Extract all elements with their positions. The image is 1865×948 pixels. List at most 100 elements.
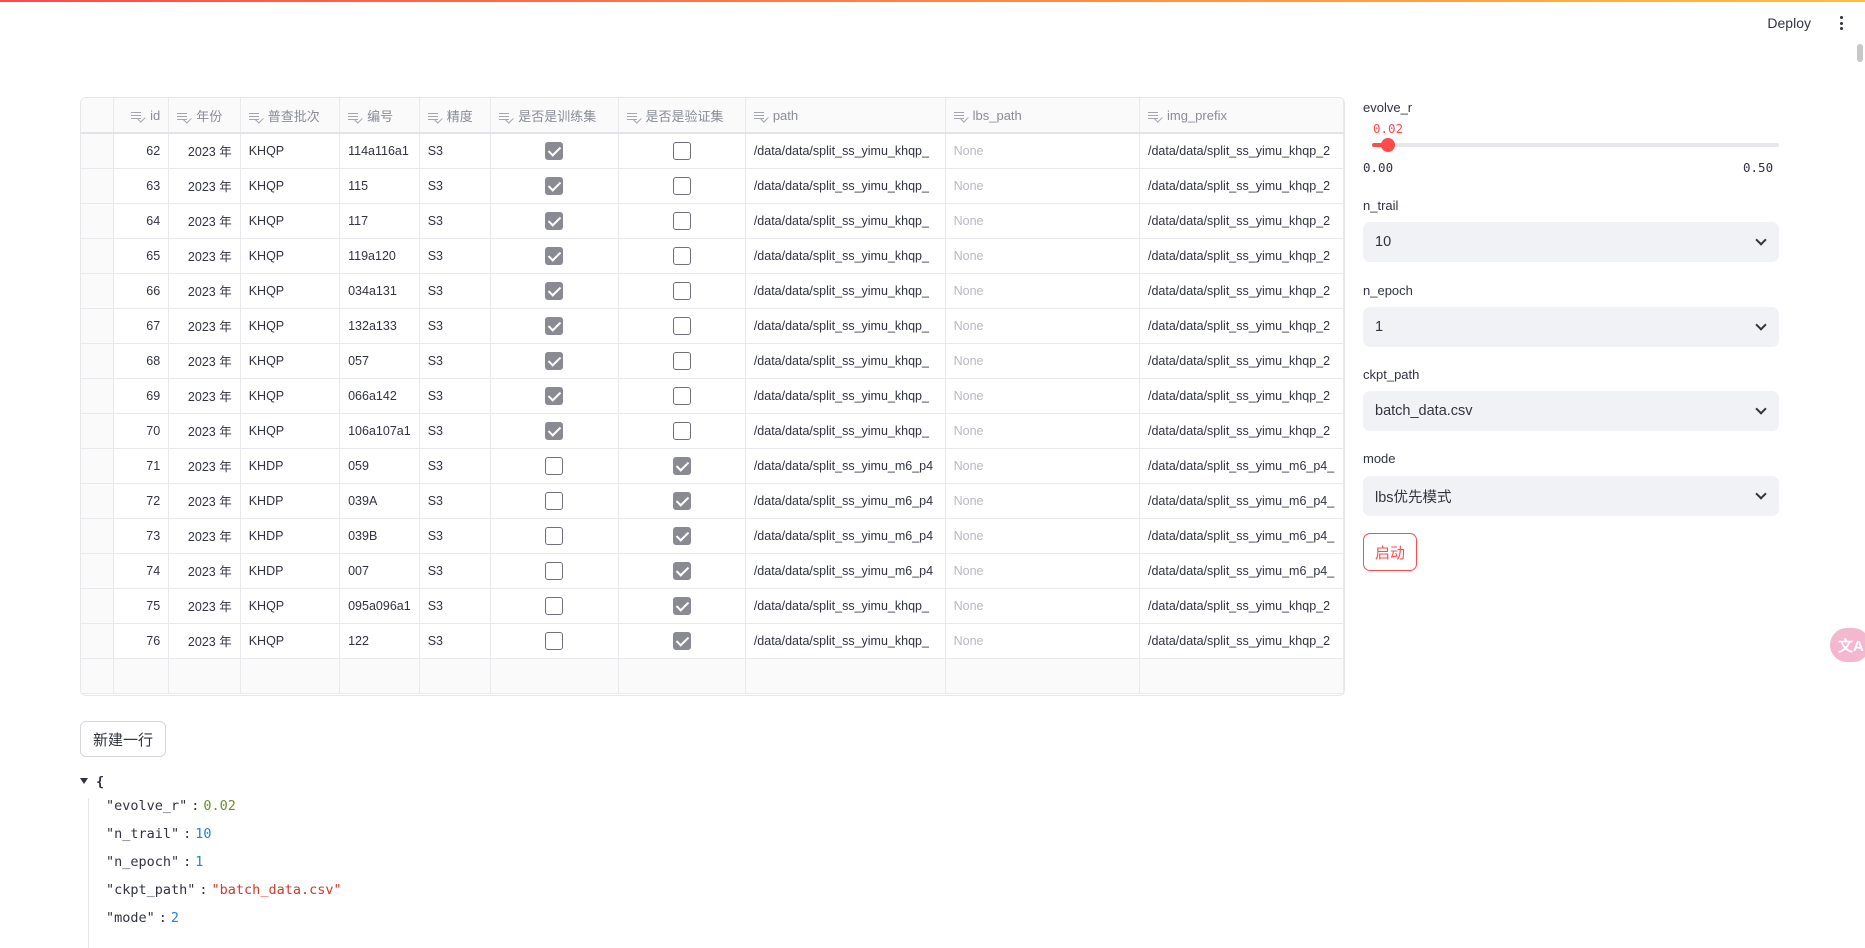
is-train-cell[interactable] [490, 518, 619, 554]
checkbox[interactable] [672, 456, 691, 475]
id-cell[interactable]: 67 [113, 308, 170, 344]
add-row-button[interactable]: 新建一行 [80, 721, 167, 757]
is-train-cell[interactable] [490, 378, 619, 414]
img-prefix-cell[interactable]: /data/data/split_ss_yimu_khqp_2 [1139, 203, 1344, 239]
empty-cell[interactable] [945, 658, 1140, 694]
column-header[interactable]: path [745, 98, 946, 134]
code-cell[interactable]: 132a133 [339, 308, 420, 344]
id-cell[interactable]: 63 [113, 168, 170, 204]
batch-cell[interactable]: KHQP [240, 203, 341, 239]
is-val-cell[interactable] [618, 483, 746, 519]
empty-cell[interactable] [745, 658, 946, 694]
batch-cell[interactable]: KHQP [240, 588, 341, 624]
is-val-cell[interactable] [618, 413, 746, 449]
row-index-cell[interactable] [81, 203, 114, 239]
empty-add-row[interactable] [81, 658, 1344, 694]
img-prefix-cell[interactable]: /data/data/split_ss_yimu_khqp_2 [1139, 378, 1344, 414]
img-prefix-cell[interactable]: /data/data/split_ss_yimu_m6_p4_ [1139, 553, 1344, 589]
img-prefix-cell[interactable]: /data/data/split_ss_yimu_khqp_2 [1139, 343, 1344, 379]
checkbox[interactable] [545, 141, 564, 160]
empty-cell[interactable] [81, 658, 114, 694]
year-cell[interactable]: 2023 年 [168, 623, 241, 659]
id-cell[interactable]: 71 [113, 448, 170, 484]
batch-cell[interactable]: KHQP [240, 133, 341, 169]
checkbox[interactable] [672, 561, 691, 580]
is-train-cell[interactable] [490, 203, 619, 239]
path-cell[interactable]: /data/data/split_ss_yimu_khqp_ [745, 623, 946, 659]
path-cell[interactable]: /data/data/split_ss_yimu_khqp_ [745, 413, 946, 449]
code-cell[interactable]: 007 [339, 553, 420, 589]
code-cell[interactable]: 039A [339, 483, 420, 519]
path-cell[interactable]: /data/data/split_ss_yimu_khqp_ [745, 343, 946, 379]
empty-cell[interactable] [339, 658, 420, 694]
path-cell[interactable]: /data/data/split_ss_yimu_khqp_ [745, 168, 946, 204]
year-cell[interactable]: 2023 年 [168, 448, 241, 484]
img-prefix-cell[interactable]: /data/data/split_ss_yimu_khqp_2 [1139, 588, 1344, 624]
empty-cell[interactable] [1139, 658, 1344, 694]
id-cell[interactable]: 69 [113, 378, 170, 414]
img-prefix-cell[interactable]: /data/data/split_ss_yimu_m6_p4_ [1139, 448, 1344, 484]
path-cell[interactable]: /data/data/split_ss_yimu_khqp_ [745, 273, 946, 309]
lbs-path-cell[interactable]: None [945, 168, 1140, 204]
precision-cell[interactable]: S3 [419, 588, 492, 624]
checkbox[interactable] [545, 456, 564, 475]
is-val-cell[interactable] [618, 588, 746, 624]
checkbox[interactable] [545, 561, 564, 580]
n-epoch-select[interactable]: 1 [1363, 307, 1779, 347]
lbs-path-cell[interactable]: None [945, 588, 1140, 624]
path-cell[interactable]: /data/data/split_ss_yimu_khqp_ [745, 133, 946, 169]
is-train-cell[interactable] [490, 133, 619, 169]
is-train-cell[interactable] [490, 623, 619, 659]
path-cell[interactable]: /data/data/split_ss_yimu_m6_p4 [745, 518, 946, 554]
img-prefix-cell[interactable]: /data/data/split_ss_yimu_khqp_2 [1139, 133, 1344, 169]
column-header[interactable]: lbs_path [945, 98, 1140, 134]
row-index-cell[interactable] [81, 273, 114, 309]
batch-cell[interactable]: KHQP [240, 238, 341, 274]
checkbox[interactable] [545, 211, 564, 230]
evolve-r-slider[interactable] [1372, 138, 1779, 152]
img-prefix-cell[interactable]: /data/data/split_ss_yimu_khqp_2 [1139, 238, 1344, 274]
column-header[interactable]: 普查批次 [240, 98, 341, 134]
code-cell[interactable]: 106a107a1 [339, 413, 420, 449]
checkbox[interactable] [545, 631, 564, 650]
row-index-cell[interactable] [81, 378, 114, 414]
is-val-cell[interactable] [618, 238, 746, 274]
empty-cell[interactable] [113, 658, 170, 694]
is-val-cell[interactable] [618, 133, 746, 169]
img-prefix-cell[interactable]: /data/data/split_ss_yimu_m6_p4_ [1139, 483, 1344, 519]
checkbox[interactable] [545, 596, 564, 615]
empty-cell[interactable] [240, 658, 341, 694]
year-cell[interactable]: 2023 年 [168, 378, 241, 414]
year-cell[interactable]: 2023 年 [168, 483, 241, 519]
is-val-cell[interactable] [618, 203, 746, 239]
column-header[interactable]: 精度 [419, 98, 492, 134]
checkbox[interactable] [672, 526, 691, 545]
batch-cell[interactable]: KHQP [240, 308, 341, 344]
checkbox[interactable] [672, 596, 691, 615]
checkbox[interactable] [545, 246, 564, 265]
is-train-cell[interactable] [490, 553, 619, 589]
batch-cell[interactable]: KHDP [240, 483, 341, 519]
is-train-cell[interactable] [490, 448, 619, 484]
id-cell[interactable]: 75 [113, 588, 170, 624]
precision-cell[interactable]: S3 [419, 133, 492, 169]
code-cell[interactable]: 122 [339, 623, 420, 659]
n-trail-select[interactable]: 10 [1363, 222, 1779, 262]
is-val-cell[interactable] [618, 168, 746, 204]
collapse-toggle-icon[interactable] [80, 778, 88, 784]
is-train-cell[interactable] [490, 588, 619, 624]
checkbox[interactable] [545, 386, 564, 405]
precision-cell[interactable]: S3 [419, 273, 492, 309]
batch-cell[interactable]: KHQP [240, 378, 341, 414]
path-cell[interactable]: /data/data/split_ss_yimu_khqp_ [745, 308, 946, 344]
lbs-path-cell[interactable]: None [945, 343, 1140, 379]
row-index-cell[interactable] [81, 133, 114, 169]
column-header[interactable]: id [113, 98, 170, 134]
row-index-cell[interactable] [81, 413, 114, 449]
is-train-cell[interactable] [490, 168, 619, 204]
path-cell[interactable]: /data/data/split_ss_yimu_khqp_ [745, 378, 946, 414]
row-index-cell[interactable] [81, 483, 114, 519]
batch-cell[interactable]: KHQP [240, 273, 341, 309]
lbs-path-cell[interactable]: None [945, 238, 1140, 274]
code-cell[interactable]: 115 [339, 168, 420, 204]
